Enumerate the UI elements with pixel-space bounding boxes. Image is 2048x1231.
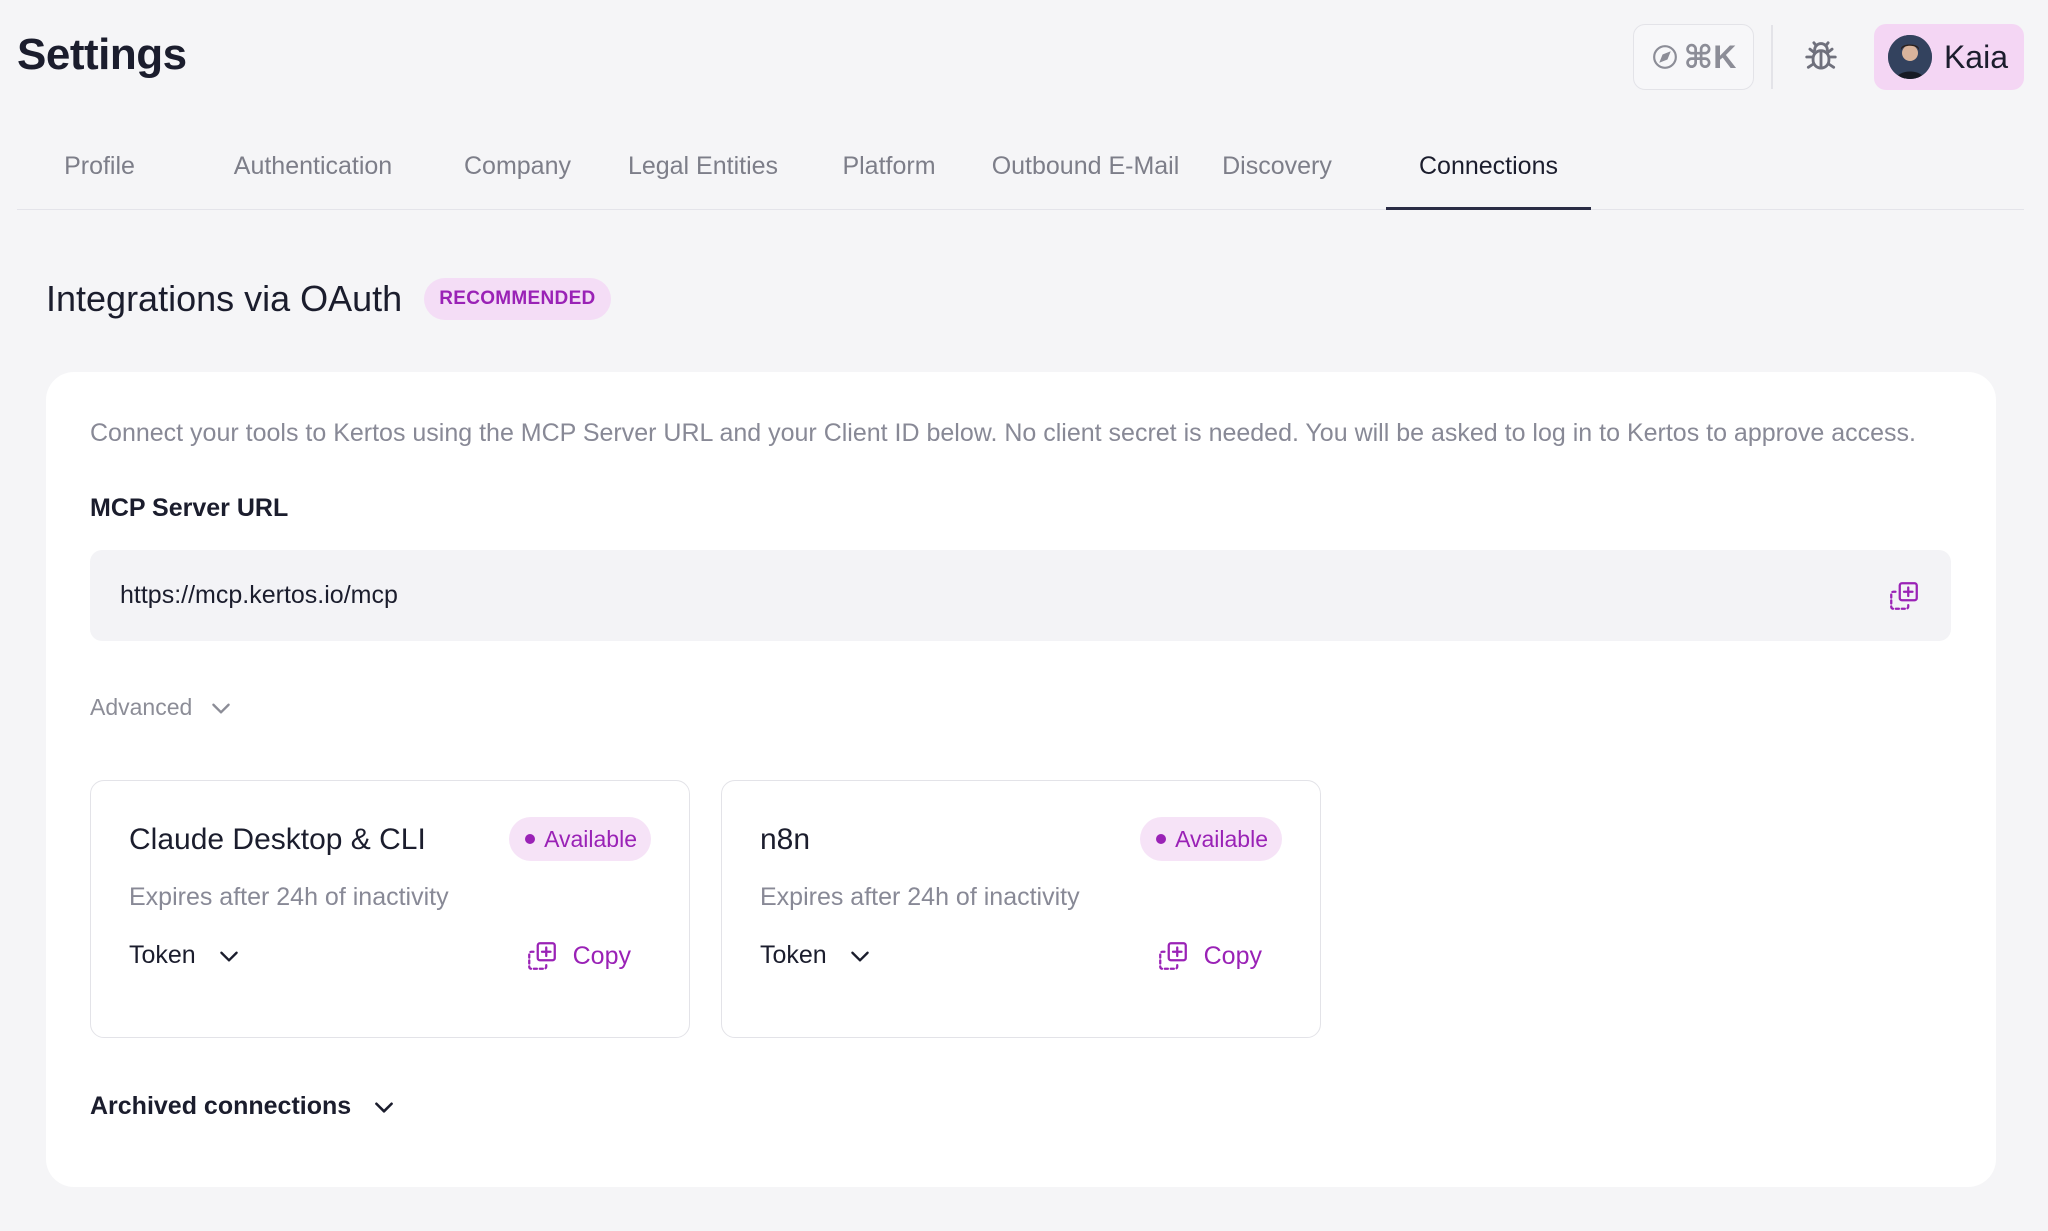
token-label: Token <box>129 941 196 969</box>
connection-card-n8n: n8n Available Expires after 24h of inact… <box>721 780 1321 1038</box>
chevron-down-icon <box>375 1101 394 1113</box>
bug-icon <box>1805 41 1837 70</box>
copy-icon[interactable] <box>1887 579 1921 613</box>
connection-expiry: Expires after 24h of inactivity <box>129 883 449 911</box>
avatar-portrait-icon <box>1887 35 1932 79</box>
copy-button[interactable]: Copy <box>525 939 631 973</box>
header-divider <box>1771 25 1773 89</box>
connection-name: n8n <box>760 823 811 856</box>
recommended-badge: RECOMMENDED <box>424 278 611 320</box>
token-toggle[interactable]: Token <box>760 941 873 970</box>
bug-report-button[interactable] <box>1790 26 1852 88</box>
tab-discovery[interactable]: Discovery <box>1202 140 1352 210</box>
status-dot <box>525 834 536 844</box>
mcp-url-value: https://mcp.kertos.io/mcp <box>120 581 398 609</box>
user-name: Kaia <box>1943 38 2008 75</box>
status-badge: Available <box>1140 817 1282 861</box>
avatar <box>1887 35 1932 79</box>
tab-company[interactable]: Company <box>427 140 608 210</box>
copy-icon <box>1158 942 1187 970</box>
archived-label: Archived connections <box>90 1092 352 1120</box>
settings-tabs: Profile Authentication Company Legal Ent… <box>17 140 2024 210</box>
command-palette-button[interactable]: ⌘K <box>1633 24 1755 90</box>
intro-text: Connect your tools to Kertos using the M… <box>90 419 1916 447</box>
copy-label: Copy <box>1203 941 1262 970</box>
token-label: Token <box>760 941 827 969</box>
archived-connections-toggle[interactable]: Archived connections <box>90 1092 397 1121</box>
tab-outbound-email[interactable]: Outbound E-Mail <box>969 140 1202 210</box>
token-toggle[interactable]: Token <box>129 941 242 970</box>
tab-connections[interactable]: Connections <box>1386 140 1591 210</box>
status-label: Available <box>1175 825 1268 852</box>
top-actions: ⌘K Kaia <box>1633 24 2024 90</box>
mcp-url-label: MCP Server URL <box>90 494 289 522</box>
section-header: Integrations via OAuth RECOMMENDED <box>46 278 611 320</box>
command-shortcut-label: ⌘K <box>1683 39 1737 75</box>
copy-icon <box>527 942 556 970</box>
page-title: Settings <box>17 30 187 79</box>
tab-platform[interactable]: Platform <box>809 140 969 210</box>
status-label: Available <box>544 825 637 852</box>
chevron-down-icon <box>850 951 869 962</box>
advanced-toggle[interactable]: Advanced <box>90 694 234 721</box>
status-badge: Available <box>509 817 651 861</box>
tab-authentication[interactable]: Authentication <box>182 140 444 210</box>
chevron-down-icon <box>219 951 238 962</box>
oauth-card: Connect your tools to Kertos using the M… <box>46 372 1996 1187</box>
advanced-label: Advanced <box>90 694 193 720</box>
status-dot <box>1156 834 1167 844</box>
compass-icon <box>1652 45 1677 69</box>
tab-legal-entities[interactable]: Legal Entities <box>597 140 809 210</box>
connection-expiry: Expires after 24h of inactivity <box>760 883 1080 911</box>
mcp-url-field[interactable]: https://mcp.kertos.io/mcp <box>90 550 1951 641</box>
connection-name: Claude Desktop & CLI <box>129 823 426 856</box>
chevron-down-icon <box>212 703 231 714</box>
tab-profile[interactable]: Profile <box>17 140 182 210</box>
connection-card-claude: Claude Desktop & CLI Available Expires a… <box>90 780 690 1038</box>
user-menu[interactable]: Kaia <box>1873 24 2024 90</box>
copy-button[interactable]: Copy <box>1156 939 1262 973</box>
section-title: Integrations via OAuth <box>46 278 403 319</box>
copy-label: Copy <box>572 941 631 970</box>
